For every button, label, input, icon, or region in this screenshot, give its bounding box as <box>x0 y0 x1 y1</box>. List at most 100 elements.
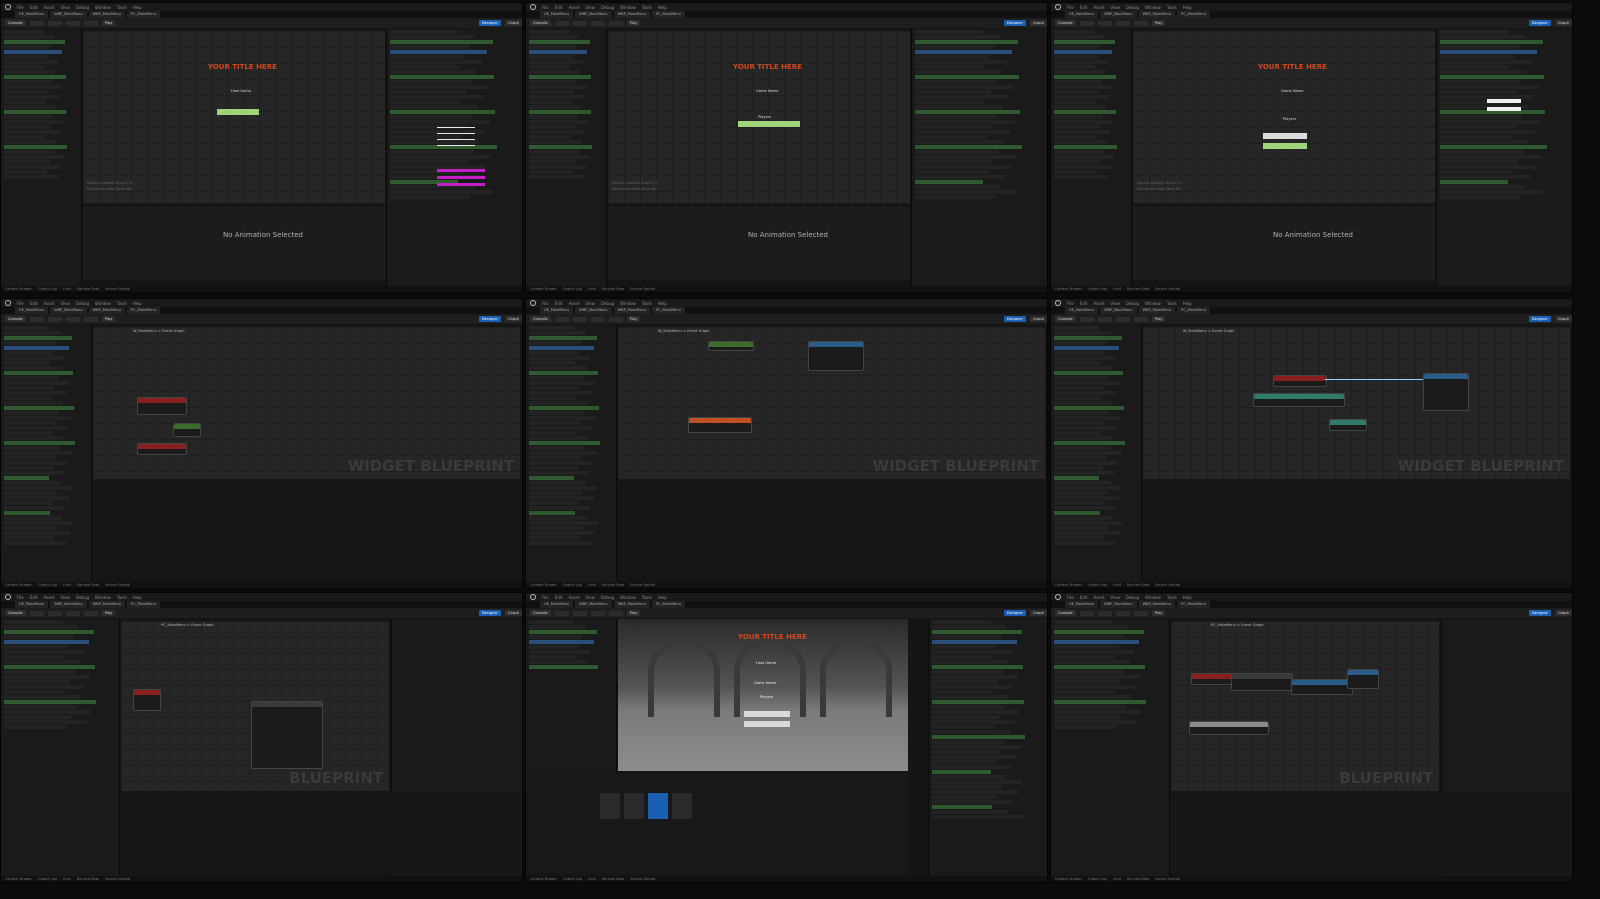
hierarchy-row[interactable] <box>4 65 45 69</box>
component-row[interactable] <box>1054 645 1119 649</box>
hierarchy-row[interactable] <box>4 105 56 109</box>
editor-tab[interactable]: UE_MainMenu <box>15 307 49 314</box>
component-row[interactable] <box>4 690 66 694</box>
hierarchy-row[interactable] <box>1054 60 1109 64</box>
component-row[interactable] <box>1054 675 1141 679</box>
status-item[interactable]: Output Log <box>563 287 582 291</box>
variables-row[interactable] <box>4 541 67 545</box>
compile-button[interactable]: Compile <box>1055 316 1076 322</box>
variables-row[interactable] <box>1054 516 1112 520</box>
status-item[interactable]: Source Control <box>630 877 655 881</box>
hierarchy-row[interactable] <box>529 175 583 179</box>
outliner-row[interactable] <box>932 630 1022 634</box>
menu-item[interactable]: View <box>60 301 70 306</box>
toolbar-button[interactable] <box>1133 316 1148 322</box>
hierarchy-row[interactable] <box>4 115 53 119</box>
variables-row[interactable] <box>529 501 579 505</box>
editor-tab[interactable]: WBP_MainMenu <box>613 601 651 608</box>
menu-item[interactable]: Edit <box>1080 5 1088 10</box>
details-row[interactable] <box>915 105 1003 109</box>
designer-button[interactable]: Designer <box>1528 610 1551 616</box>
toolbar-button[interactable] <box>1115 316 1130 322</box>
variables-row[interactable] <box>1054 391 1117 395</box>
variables-row[interactable] <box>529 371 599 375</box>
toolbar-button[interactable] <box>554 20 569 26</box>
variables-row[interactable] <box>529 506 591 510</box>
component-row[interactable] <box>1054 630 1144 634</box>
actor-row[interactable] <box>529 635 583 639</box>
hierarchy-row[interactable] <box>1054 65 1095 69</box>
start-button[interactable] <box>1263 143 1307 149</box>
component-row[interactable] <box>1054 650 1135 654</box>
hierarchy-row[interactable] <box>1054 45 1102 49</box>
variables-row[interactable] <box>1054 326 1099 330</box>
variables-row[interactable] <box>1054 491 1108 495</box>
toolbar-button[interactable] <box>83 610 98 616</box>
asset-thumb[interactable] <box>600 793 620 819</box>
details-row[interactable] <box>390 100 461 104</box>
hierarchy-row[interactable] <box>4 95 60 99</box>
component-row[interactable] <box>1054 685 1136 689</box>
outliner-row[interactable] <box>932 805 993 809</box>
hierarchy-row[interactable] <box>4 160 51 164</box>
hierarchy-row[interactable] <box>529 70 581 74</box>
hierarchy-row[interactable] <box>1054 135 1097 139</box>
menu-item[interactable]: Debug <box>1126 5 1139 10</box>
compile-button[interactable]: Compile <box>5 20 26 26</box>
variables-row[interactable] <box>1054 526 1108 530</box>
outliner-row[interactable] <box>932 775 1007 779</box>
asset-thumb[interactable] <box>672 793 692 819</box>
menu-item[interactable]: Help <box>1183 5 1192 10</box>
variables-row[interactable] <box>1054 366 1112 370</box>
status-item[interactable]: Output Log <box>1088 877 1107 881</box>
toolbar-button[interactable] <box>47 610 62 616</box>
menu-item[interactable]: Window <box>1145 5 1161 10</box>
details-row[interactable] <box>1440 180 1508 184</box>
editor-tab[interactable]: WBP_MainMenu <box>613 307 651 314</box>
hierarchy-row[interactable] <box>529 115 578 119</box>
play-button[interactable]: Play <box>626 316 641 322</box>
menu-item[interactable]: Tools <box>1167 595 1177 600</box>
toolbar-button[interactable] <box>1097 316 1112 322</box>
details-row[interactable] <box>1440 55 1515 59</box>
graph-node[interactable] <box>1423 373 1469 411</box>
menu-item[interactable]: View <box>1110 595 1120 600</box>
variables-row[interactable] <box>1054 531 1120 535</box>
component-row[interactable] <box>4 640 89 644</box>
status-item[interactable]: Derived Data <box>77 583 99 587</box>
editor-tab[interactable]: PC_MainMenu <box>1177 11 1210 18</box>
menu-item[interactable]: View <box>60 5 70 10</box>
status-item[interactable]: Cmd <box>588 287 596 291</box>
editor-tab[interactable]: WBP_MainMenu <box>575 601 612 608</box>
menu-item[interactable]: Debug <box>601 595 614 600</box>
details-row[interactable] <box>915 185 1001 189</box>
hierarchy-row[interactable] <box>529 55 573 59</box>
variables-row[interactable] <box>4 491 58 495</box>
hierarchy-row[interactable] <box>529 50 587 54</box>
compile-button[interactable]: Compile <box>530 610 551 616</box>
hierarchy-row[interactable] <box>529 90 574 94</box>
editor-tab[interactable]: PC_MainMenu <box>652 601 685 608</box>
component-row[interactable] <box>4 645 69 649</box>
status-item[interactable]: Source Control <box>105 287 130 291</box>
editor-tab[interactable]: PC_MainMenu <box>1177 307 1210 314</box>
color-swatch[interactable] <box>437 183 485 186</box>
outliner-row[interactable] <box>932 725 995 729</box>
details-row[interactable] <box>915 150 999 154</box>
details-row[interactable] <box>390 160 469 164</box>
variables-row[interactable] <box>1054 331 1111 335</box>
outliner-row[interactable] <box>932 810 1008 814</box>
variables-row[interactable] <box>529 336 598 340</box>
variables-row[interactable] <box>4 376 58 380</box>
menu-item[interactable]: View <box>1110 301 1120 306</box>
component-row[interactable] <box>1054 655 1115 659</box>
outliner-row[interactable] <box>932 735 1026 739</box>
variables-row[interactable] <box>4 366 62 370</box>
details-row[interactable] <box>1440 145 1547 149</box>
variables-row[interactable] <box>4 326 49 330</box>
editor-tab[interactable]: UE_MainMenu <box>540 307 574 314</box>
graph-node[interactable] <box>133 689 161 711</box>
outliner-row[interactable] <box>932 705 1004 709</box>
compile-button[interactable]: Compile <box>1055 610 1076 616</box>
details-row[interactable] <box>1440 30 1508 34</box>
